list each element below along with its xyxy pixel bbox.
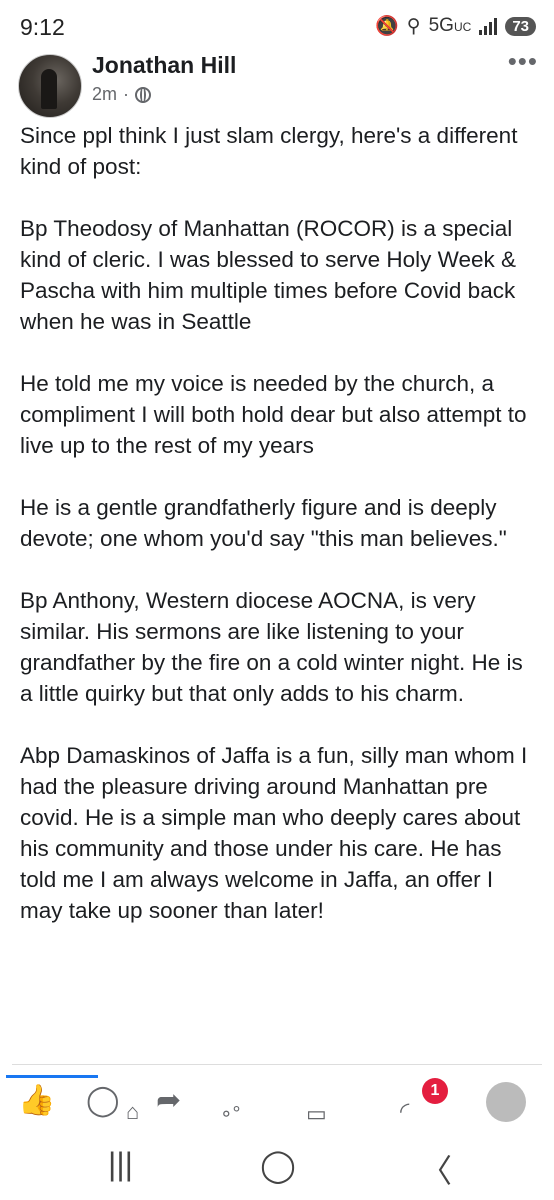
post-paragraph: Bp Theodosy of Manhattan (ROCOR) is a sp… [20,216,517,334]
system-nav-bar: ||| ◯ 〈 [0,1136,554,1200]
comment-bubble-icon[interactable]: ◯ [86,1083,120,1118]
globe-icon [135,86,152,103]
post-paragraph: He is a gentle grandfatherly figure and … [20,495,507,551]
post-paragraph: Since ppl think I just slam clergy, here… [20,123,518,179]
like-icon[interactable]: 👍 [18,1083,55,1118]
post-paragraph: He told me my voice is needed by the chu… [20,371,527,458]
menu-avatar[interactable] [486,1082,526,1122]
share-arrow-icon[interactable]: ➦ [156,1083,181,1118]
location-icon: ⚲ [406,15,421,37]
notifications-icon[interactable]: ◜ [400,1097,409,1126]
meta-separator: · [123,84,130,104]
bottom-nav: 👍 ◯ ➦ ⌂ ∘° ▭ ◜ [0,1075,554,1135]
video-icon[interactable]: ▭ [306,1101,327,1127]
more-options-button[interactable]: ••• [508,46,538,77]
back-icon[interactable]: 〈 [420,1146,452,1192]
status-icons: 🔕 ⚲ 5GUC 73 [375,14,536,38]
battery-indicator: 73 [505,16,536,36]
post-time[interactable]: 2m [92,84,117,105]
post-meta: 2m · [92,84,152,105]
signal-icon [479,17,498,35]
post-divider [12,1064,542,1065]
groups-icon[interactable]: ∘° [220,1101,241,1126]
recent-apps-icon[interactable]: ||| [108,1146,133,1183]
network-label: 5GUC [428,15,472,36]
notifications-badge: 1 [422,1078,448,1104]
author-name[interactable]: Jonathan Hill [92,52,236,79]
status-time: 9:12 [20,14,65,40]
home-icon[interactable]: ◯ [260,1146,296,1184]
marketplace-icon[interactable]: ⌂ [126,1099,139,1125]
post-paragraph: Bp Anthony, Western diocese AOCNA, is ve… [20,588,523,706]
status-bar: 9:12 🔕 ⚲ 5GUC 73 [0,0,554,56]
mute-icon: 🔕 [375,16,399,37]
post-paragraph: Abp Damaskinos of Jaffa is a fun, silly … [20,743,528,923]
author-avatar[interactable] [18,54,82,118]
post-body: Since ppl think I just slam clergy, here… [20,120,540,957]
